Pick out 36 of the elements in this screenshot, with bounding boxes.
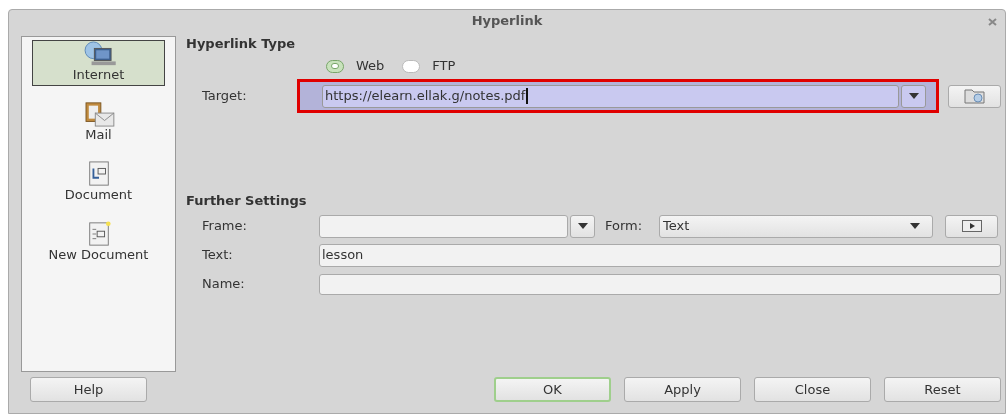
caret-icon: [577, 223, 588, 230]
field-label: Target:: [201, 87, 248, 106]
dropdown-button[interactable]: [570, 214, 595, 238]
radio-button[interactable]: [326, 59, 344, 73]
sidebar-item[interactable]: Internet: [32, 40, 165, 87]
target-field[interactable]: https://elearn.ellak.g/notes.pdf: [322, 84, 899, 108]
radio-label: FTP: [432, 57, 456, 76]
sidebar-item[interactable]: Mail: [32, 100, 165, 147]
dialog-button[interactable]: Help: [30, 377, 147, 403]
section-heading: Further Settings: [186, 193, 308, 210]
sidebar-item[interactable]: New Document: [32, 220, 165, 267]
dialog-button[interactable]: Close: [754, 377, 871, 403]
radio-button[interactable]: [402, 59, 421, 73]
dropdown-button[interactable]: [901, 84, 926, 108]
dialog-button[interactable]: Reset: [884, 377, 1001, 403]
close-icon[interactable]: [988, 18, 997, 26]
form-dropdown[interactable]: Text: [659, 214, 933, 238]
section-heading: Hyperlink Type: [186, 36, 297, 53]
play-icon: [961, 220, 982, 233]
radio-label: Web: [356, 57, 385, 76]
sidebar-item[interactable]: Document: [32, 160, 165, 207]
field-label: Form:: [605, 217, 644, 236]
name-field[interactable]: [319, 273, 1001, 295]
folder-icon: [963, 88, 986, 105]
caret-icon: [910, 223, 920, 230]
field-label: Text:: [201, 246, 234, 265]
browse-button[interactable]: [948, 84, 1001, 108]
events-button[interactable]: [945, 214, 998, 238]
caret-icon: [908, 93, 919, 100]
field-label: Frame:: [201, 217, 248, 236]
text-field[interactable]: lesson: [319, 243, 1001, 267]
frame-field[interactable]: [319, 214, 568, 238]
dialog-button[interactable]: OK: [494, 377, 611, 403]
window-title: Hyperlink: [471, 12, 543, 31]
dialog-button[interactable]: Apply: [624, 377, 741, 403]
field-label: Name:: [201, 275, 246, 294]
